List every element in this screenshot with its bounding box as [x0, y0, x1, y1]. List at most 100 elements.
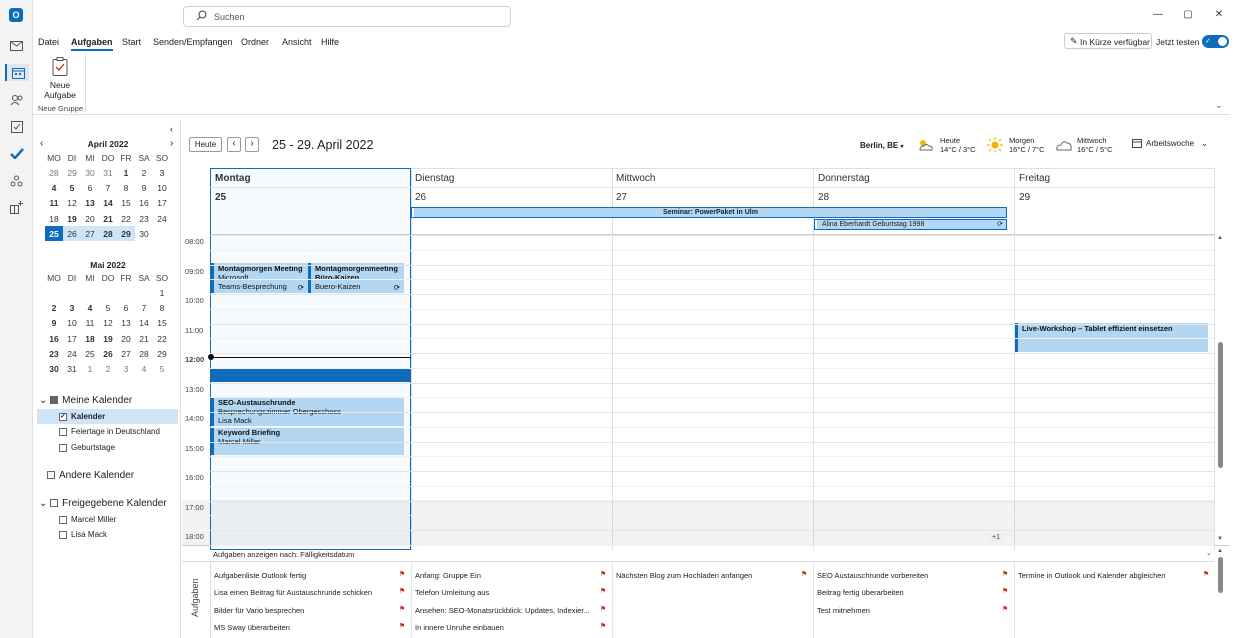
minical-day[interactable]: 19	[63, 211, 81, 226]
minical-day[interactable]: 14	[135, 316, 153, 331]
minical-day[interactable]: 31	[99, 165, 117, 180]
minical-day[interactable]: 8	[117, 180, 135, 195]
minical-day[interactable]: 9	[135, 180, 153, 195]
task-item[interactable]: In innere Unruhe einbauen	[415, 623, 504, 632]
flag-icon[interactable]: ⚑	[600, 606, 606, 613]
menu-datei[interactable]: Datei	[38, 37, 59, 47]
folder-geburtstage[interactable]: Geburtstage	[59, 443, 115, 452]
minical-day[interactable]: 27	[117, 346, 135, 361]
minical-day[interactable]: 22	[117, 211, 135, 226]
minical-day[interactable]: 25	[81, 346, 99, 361]
minical-day[interactable]: 7	[99, 180, 117, 195]
minical-day[interactable]: 15	[117, 196, 135, 211]
minical-day[interactable]: 14	[99, 196, 117, 211]
menu-senden-empfangen[interactable]: Senden/Empfangen	[153, 37, 233, 47]
minical-day[interactable]: 4	[81, 300, 99, 315]
flag-icon[interactable]: ⚑	[600, 588, 606, 595]
minical-day[interactable]: 1	[81, 361, 99, 376]
menu-ansicht[interactable]: Ansicht	[282, 37, 312, 47]
minical-day[interactable]: 17	[63, 331, 81, 346]
task-item[interactable]: Anfang: Gruppe Ein	[415, 571, 481, 580]
ribbon-collapse-icon[interactable]: ⌄	[1215, 100, 1223, 111]
coming-soon-button[interactable]: ✎ In Kürze verfügbar	[1064, 33, 1152, 49]
task-item[interactable]: MS Sway überarbeiten	[214, 623, 290, 632]
selected-time-slot[interactable]	[211, 368, 410, 382]
flag-icon[interactable]: ⚑	[1002, 606, 1008, 613]
minimize-button[interactable]: —	[1151, 8, 1165, 22]
minical-day[interactable]: 18	[45, 211, 63, 226]
minical-day[interactable]: 10	[63, 316, 81, 331]
search-box[interactable]: Suchen	[183, 6, 511, 27]
task-item[interactable]: Termine in Outlook und Kalender abgleich…	[1018, 571, 1166, 580]
scroll-down-icon[interactable]: ▼	[1217, 536, 1223, 542]
minical-day[interactable]: 16	[135, 196, 153, 211]
minical-day[interactable]: 12	[63, 196, 81, 211]
minical-day[interactable]: 1	[153, 285, 171, 300]
minical-day[interactable]: 21	[99, 211, 117, 226]
todo-icon[interactable]	[8, 145, 25, 162]
tasks-sort-label[interactable]: Aufgaben anzeigen nach: Fälligkeitsdatum	[213, 550, 354, 559]
minical-day[interactable]: 5	[99, 300, 117, 315]
day-header-monday[interactable]: Montag	[215, 173, 251, 184]
next-week-button[interactable]: ›	[245, 137, 259, 152]
calendar-scrollbar[interactable]	[1218, 342, 1223, 468]
minical-day[interactable]: 13	[81, 196, 99, 211]
scroll-up-icon[interactable]: ▲	[1217, 235, 1223, 241]
task-item[interactable]: Telefon Umleitung aus	[415, 588, 489, 597]
minical-day[interactable]: 30	[135, 226, 153, 241]
minical-day[interactable]: 3	[117, 361, 135, 376]
minical-day[interactable]: 19	[99, 331, 117, 346]
flag-icon[interactable]: ⚑	[1002, 571, 1008, 578]
allday-event-seminar[interactable]: Seminar: PowerPaket in Ulm	[411, 207, 1007, 218]
minical-day[interactable]: 9	[45, 316, 63, 331]
prev-month-icon[interactable]: ‹	[40, 138, 43, 149]
prev-week-button[interactable]: ‹	[227, 137, 241, 152]
more-events-indicator[interactable]: +1	[988, 534, 1004, 541]
minical-day[interactable]: 22	[153, 331, 171, 346]
minical-day[interactable]: 25	[45, 226, 63, 242]
minical-day[interactable]: 3	[153, 165, 171, 180]
minical-day[interactable]: 1	[117, 165, 135, 180]
minical-day[interactable]: 27	[81, 226, 99, 242]
minical-day[interactable]: 17	[153, 196, 171, 211]
task-item[interactable]: Aufgabenliste Outlook fertig	[214, 571, 306, 580]
today-button[interactable]: Heute	[189, 137, 222, 152]
day-header-thursday[interactable]: Donnerstag	[818, 173, 870, 184]
task-item[interactable]: Ansehen: SEO-Monatsrückblick: Updates, I…	[415, 606, 590, 615]
minical-day[interactable]: 2	[45, 300, 63, 315]
minical-day[interactable]: 23	[135, 211, 153, 226]
folder-marcel[interactable]: Marcel Miller	[59, 515, 116, 524]
minical-day[interactable]: 12	[99, 316, 117, 331]
minical-day[interactable]: 3	[63, 300, 81, 315]
people-icon[interactable]	[8, 91, 25, 108]
task-item[interactable]: Nächsten Blog zum Hochladen anfangen	[616, 571, 752, 580]
folder-kalender[interactable]: ✓ Kalender	[59, 412, 105, 421]
task-item[interactable]: Lisa einen Beitrag für Austauschrunde sc…	[214, 588, 372, 597]
day-header-tuesday[interactable]: Dienstag	[415, 173, 454, 184]
minical-day[interactable]: 6	[117, 300, 135, 315]
minical-day[interactable]: 24	[63, 346, 81, 361]
minical-day[interactable]: 24	[153, 211, 171, 226]
event-montagmorgen-meeting[interactable]: Montagmorgen Meeting Microsoft Teams-Bespr…	[211, 263, 308, 293]
minical-day[interactable]: 15	[153, 316, 171, 331]
flag-icon[interactable]: ⚑	[600, 571, 606, 578]
flag-icon[interactable]: ⚑	[1203, 571, 1209, 578]
minical-day[interactable]: 29	[63, 165, 81, 180]
minical-day[interactable]: 30	[45, 361, 63, 376]
folder-feiertage[interactable]: Feiertage in Deutschland	[59, 427, 160, 436]
minical-day[interactable]: 5	[63, 180, 81, 195]
minical-day[interactable]: 7	[135, 300, 153, 315]
minical-day[interactable]: 6	[81, 180, 99, 195]
minical-day[interactable]: 29	[117, 226, 135, 242]
minical-day[interactable]: 21	[135, 331, 153, 346]
minical-day[interactable]: 23	[45, 346, 63, 361]
menu-ordner[interactable]: Ordner	[241, 37, 269, 47]
minical-day[interactable]: 5	[153, 361, 171, 376]
minical-day[interactable]: 11	[45, 196, 63, 211]
flag-icon[interactable]: ⚑	[399, 588, 405, 595]
menu-aufgaben[interactable]: Aufgaben	[71, 37, 113, 51]
tasks-icon[interactable]	[8, 118, 25, 135]
flag-icon[interactable]: ⚑	[801, 571, 807, 578]
minical-day[interactable]: 10	[153, 180, 171, 195]
maximize-button[interactable]: ▢	[1181, 8, 1195, 22]
